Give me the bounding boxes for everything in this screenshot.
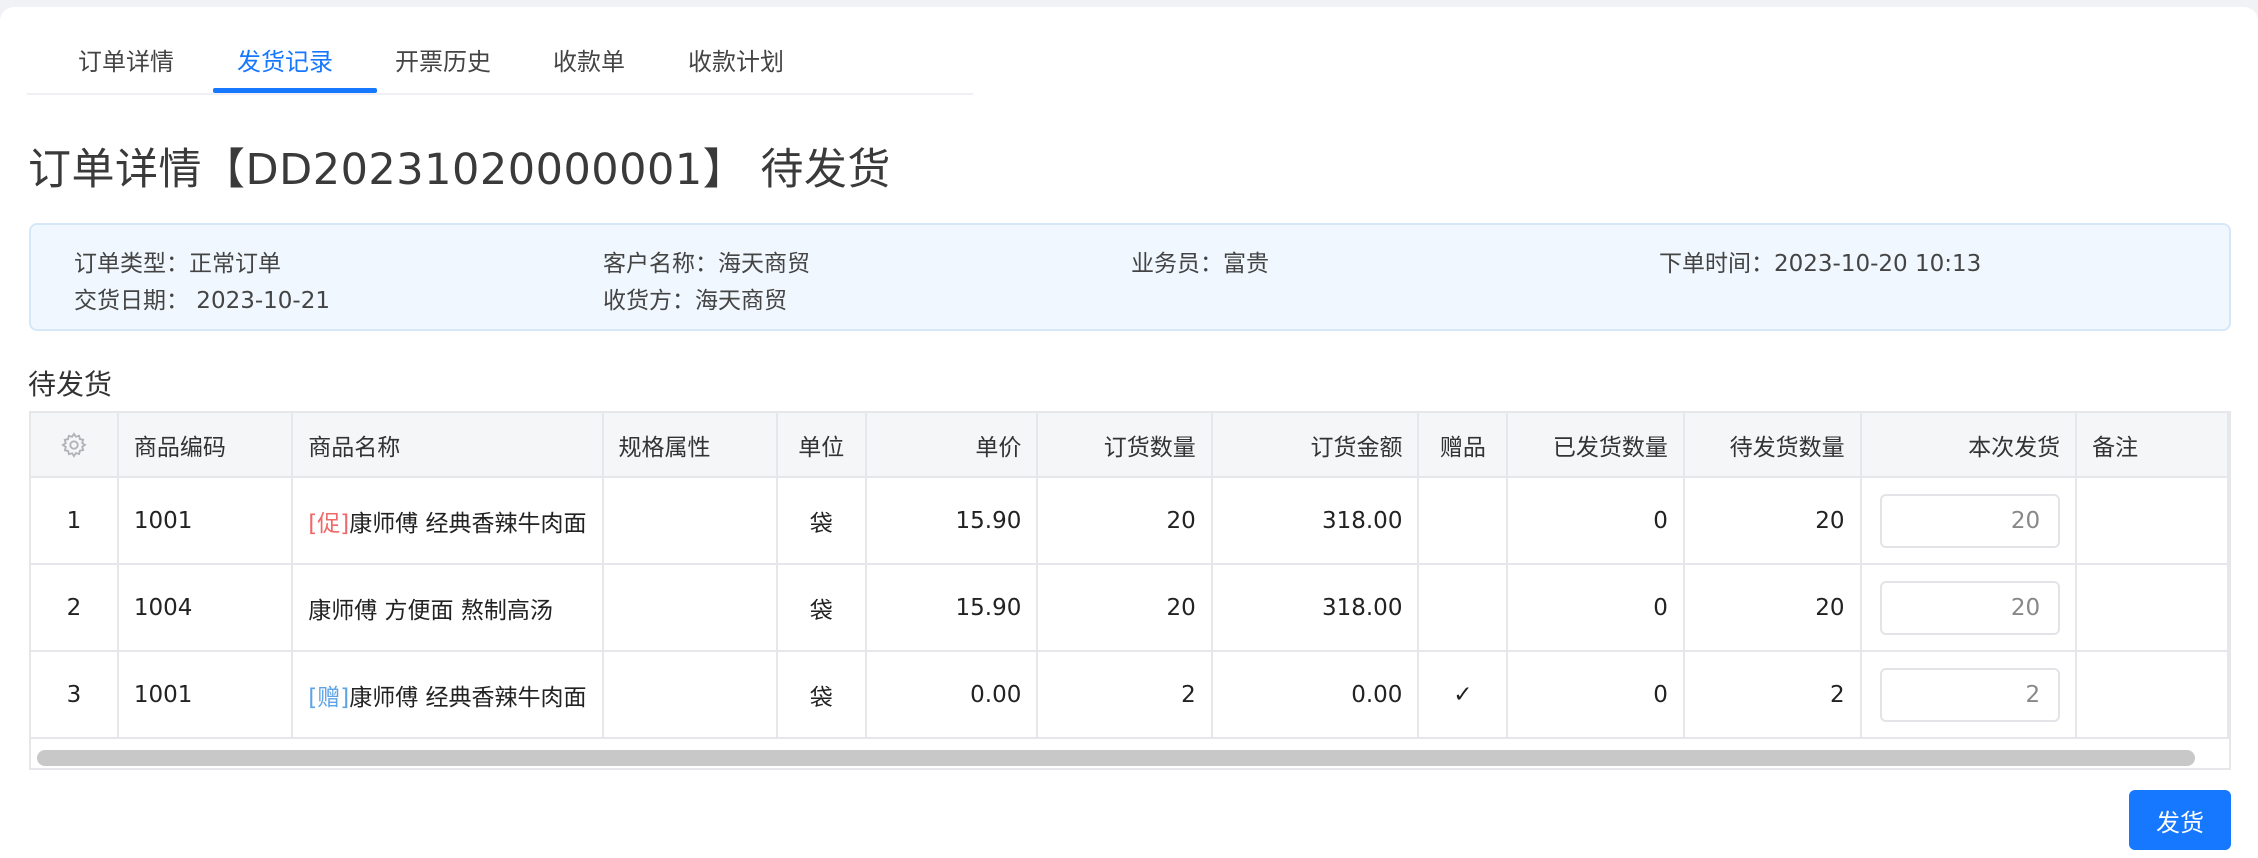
order-qty: 2: [1037, 651, 1213, 739]
tab-shipping-records[interactable]: 发货记录: [237, 29, 333, 95]
gift-flag: [1418, 564, 1509, 652]
order-type: 订单类型：正常订单: [74, 251, 281, 277]
header-pending-qty: 待发货数量: [1683, 413, 1862, 478]
product-unit: 袋: [776, 477, 867, 565]
tab-bar: 订单详情 发货记录 开票历史 收款单 收款计划: [27, 29, 973, 95]
order-info-panel: 订单类型：正常订单 客户名称：海天商贸 业务员：富贵 下单时间：2023-10-…: [29, 223, 2231, 331]
remark: [2076, 477, 2229, 565]
table-row: 2 1004 康师傅 方便面 熬制高汤 袋 15.90 20 318.00 0 …: [31, 564, 2229, 652]
shipped-qty: 0: [1507, 477, 1685, 565]
table-row: 3 1001 [赠]康师傅 经典香辣牛肉面 袋 0.00 2 0.00 ✓ 0 …: [31, 651, 2229, 739]
product-spec: [602, 477, 778, 565]
pending-qty: 20: [1683, 564, 1862, 652]
unit-price: 15.90: [865, 477, 1039, 565]
row-index: 2: [31, 564, 119, 652]
current-ship-cell: [1860, 651, 2078, 739]
current-ship-cell: [1860, 564, 2078, 652]
product-spec: [602, 651, 778, 739]
product-name-cell: [促]康师傅 经典香辣牛肉面: [292, 477, 604, 565]
gear-icon[interactable]: [60, 431, 88, 459]
unit-price: 0.00: [865, 651, 1039, 739]
product-unit: 袋: [776, 564, 867, 652]
order-amount: 318.00: [1211, 564, 1420, 652]
pending-qty: 20: [1683, 477, 1862, 565]
shipped-qty: 0: [1507, 564, 1685, 652]
header-gift: 赠品: [1418, 413, 1509, 478]
consignee: 收货方：海天商贸: [603, 288, 787, 314]
current-ship-input[interactable]: [1880, 580, 2061, 635]
customer-name: 客户名称：海天商贸: [603, 251, 810, 277]
gift-check-icon: ✓: [1418, 651, 1509, 739]
delivery-date: 交货日期： 2023-10-21: [74, 288, 330, 314]
current-ship-input[interactable]: [1880, 493, 2061, 548]
product-name-cell: 康师傅 方便面 熬制高汤: [292, 564, 604, 652]
header-shipped-qty: 已发货数量: [1507, 413, 1685, 478]
ship-button[interactable]: 发货: [2129, 790, 2231, 850]
horizontal-scrollbar[interactable]: [37, 750, 2195, 766]
tab-receipts[interactable]: 收款单: [553, 29, 625, 95]
salesperson: 业务员：富贵: [1131, 251, 1269, 277]
order-detail-card: 订单详情 发货记录 开票历史 收款单 收款计划 订单详情【DD202310200…: [0, 7, 2258, 858]
promo-tag: [促]: [308, 510, 350, 537]
header-order-amount: 订货金额: [1211, 413, 1420, 478]
pending-qty: 2: [1683, 651, 1862, 739]
remark: [2076, 564, 2229, 652]
header-unit: 单位: [776, 413, 867, 478]
product-spec: [602, 564, 778, 652]
product-code: 1004: [117, 564, 294, 652]
page-title: 订单详情【DD20231020000001】 待发货: [28, 145, 891, 195]
table-header-row: 商品编码 商品名称 规格属性 单位 单价 订货数量 订货金额 赠品 已发货数量 …: [31, 413, 2229, 478]
product-name: 康师傅 经典香辣牛肉面: [349, 684, 587, 711]
table-row: 1 1001 [促]康师傅 经典香辣牛肉面 袋 15.90 20 318.00 …: [31, 477, 2229, 565]
tab-payment-plan[interactable]: 收款计划: [688, 29, 784, 95]
header-spec: 规格属性: [602, 413, 778, 478]
gift-flag: [1418, 477, 1509, 565]
header-product-code: 商品编码: [117, 413, 294, 478]
order-qty: 20: [1037, 477, 1213, 565]
header-current-ship: 本次发货: [1860, 413, 2078, 478]
product-unit: 袋: [776, 651, 867, 739]
header-remark: 备注: [2076, 413, 2229, 478]
order-amount: 0.00: [1211, 651, 1420, 739]
row-index: 1: [31, 477, 119, 565]
product-code: 1001: [117, 477, 294, 565]
current-ship-cell: [1860, 477, 2078, 565]
product-code: 1001: [117, 651, 294, 739]
tab-invoice-history[interactable]: 开票历史: [395, 29, 491, 95]
pending-shipment-table: 商品编码 商品名称 规格属性 单位 单价 订货数量 订货金额 赠品 已发货数量 …: [29, 411, 2231, 770]
row-index: 3: [31, 651, 119, 739]
current-ship-input[interactable]: [1880, 667, 2061, 722]
product-name: 康师傅 经典香辣牛肉面: [349, 510, 587, 537]
header-price: 单价: [865, 413, 1039, 478]
header-product-name: 商品名称: [292, 413, 604, 478]
remark: [2076, 651, 2229, 739]
column-settings-cell[interactable]: [31, 413, 119, 478]
tab-order-detail[interactable]: 订单详情: [78, 29, 174, 95]
gift-tag: [赠]: [308, 684, 350, 711]
unit-price: 15.90: [865, 564, 1039, 652]
order-qty: 20: [1037, 564, 1213, 652]
order-time: 下单时间：2023-10-20 10:13: [1659, 251, 1982, 277]
shipped-qty: 0: [1507, 651, 1685, 739]
product-name: 康师傅 方便面 熬制高汤: [308, 597, 553, 624]
section-title: 待发货: [28, 368, 113, 401]
active-tab-indicator: [213, 88, 377, 93]
order-amount: 318.00: [1211, 477, 1420, 565]
product-name-cell: [赠]康师傅 经典香辣牛肉面: [292, 651, 604, 739]
header-order-qty: 订货数量: [1037, 413, 1213, 478]
